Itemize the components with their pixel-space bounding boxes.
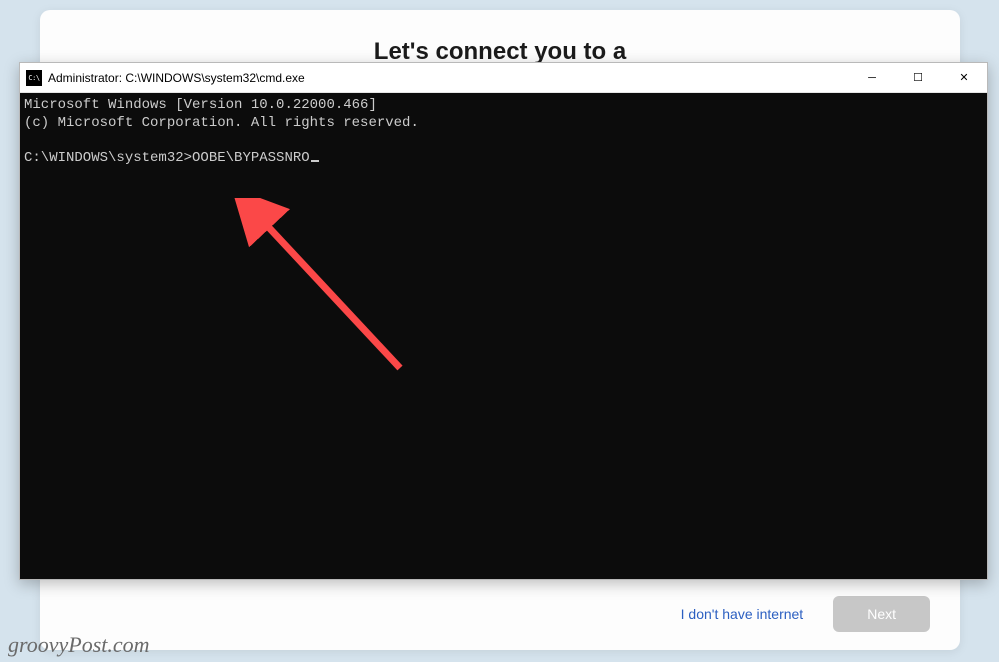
terminal-line [24,132,983,150]
oobe-footer: I don't have internet Next [681,596,930,632]
no-internet-link[interactable]: I don't have internet [681,606,804,622]
terminal-line: (c) Microsoft Corporation. All rights re… [24,115,983,133]
maximize-button[interactable]: ☐ [895,63,941,92]
cmd-icon: C:\ [26,70,42,86]
window-controls: ─ ☐ ✕ [849,63,987,92]
titlebar[interactable]: C:\ Administrator: C:\WINDOWS\system32\c… [20,63,987,93]
watermark: groovyPost.com [8,632,150,658]
terminal-cursor [311,160,319,162]
terminal-prompt-line: C:\WINDOWS\system32>OOBE\BYPASSNRO [24,150,983,168]
terminal-prompt: C:\WINDOWS\system32> [24,150,192,166]
close-button[interactable]: ✕ [941,63,987,92]
annotation-arrow-icon [225,198,445,388]
next-button[interactable]: Next [833,596,930,632]
cmd-window: C:\ Administrator: C:\WINDOWS\system32\c… [19,62,988,580]
minimize-button[interactable]: ─ [849,63,895,92]
window-title: Administrator: C:\WINDOWS\system32\cmd.e… [48,71,305,85]
terminal-body[interactable]: Microsoft Windows [Version 10.0.22000.46… [20,93,987,579]
terminal-line: Microsoft Windows [Version 10.0.22000.46… [24,97,983,115]
terminal-command: OOBE\BYPASSNRO [192,150,310,166]
